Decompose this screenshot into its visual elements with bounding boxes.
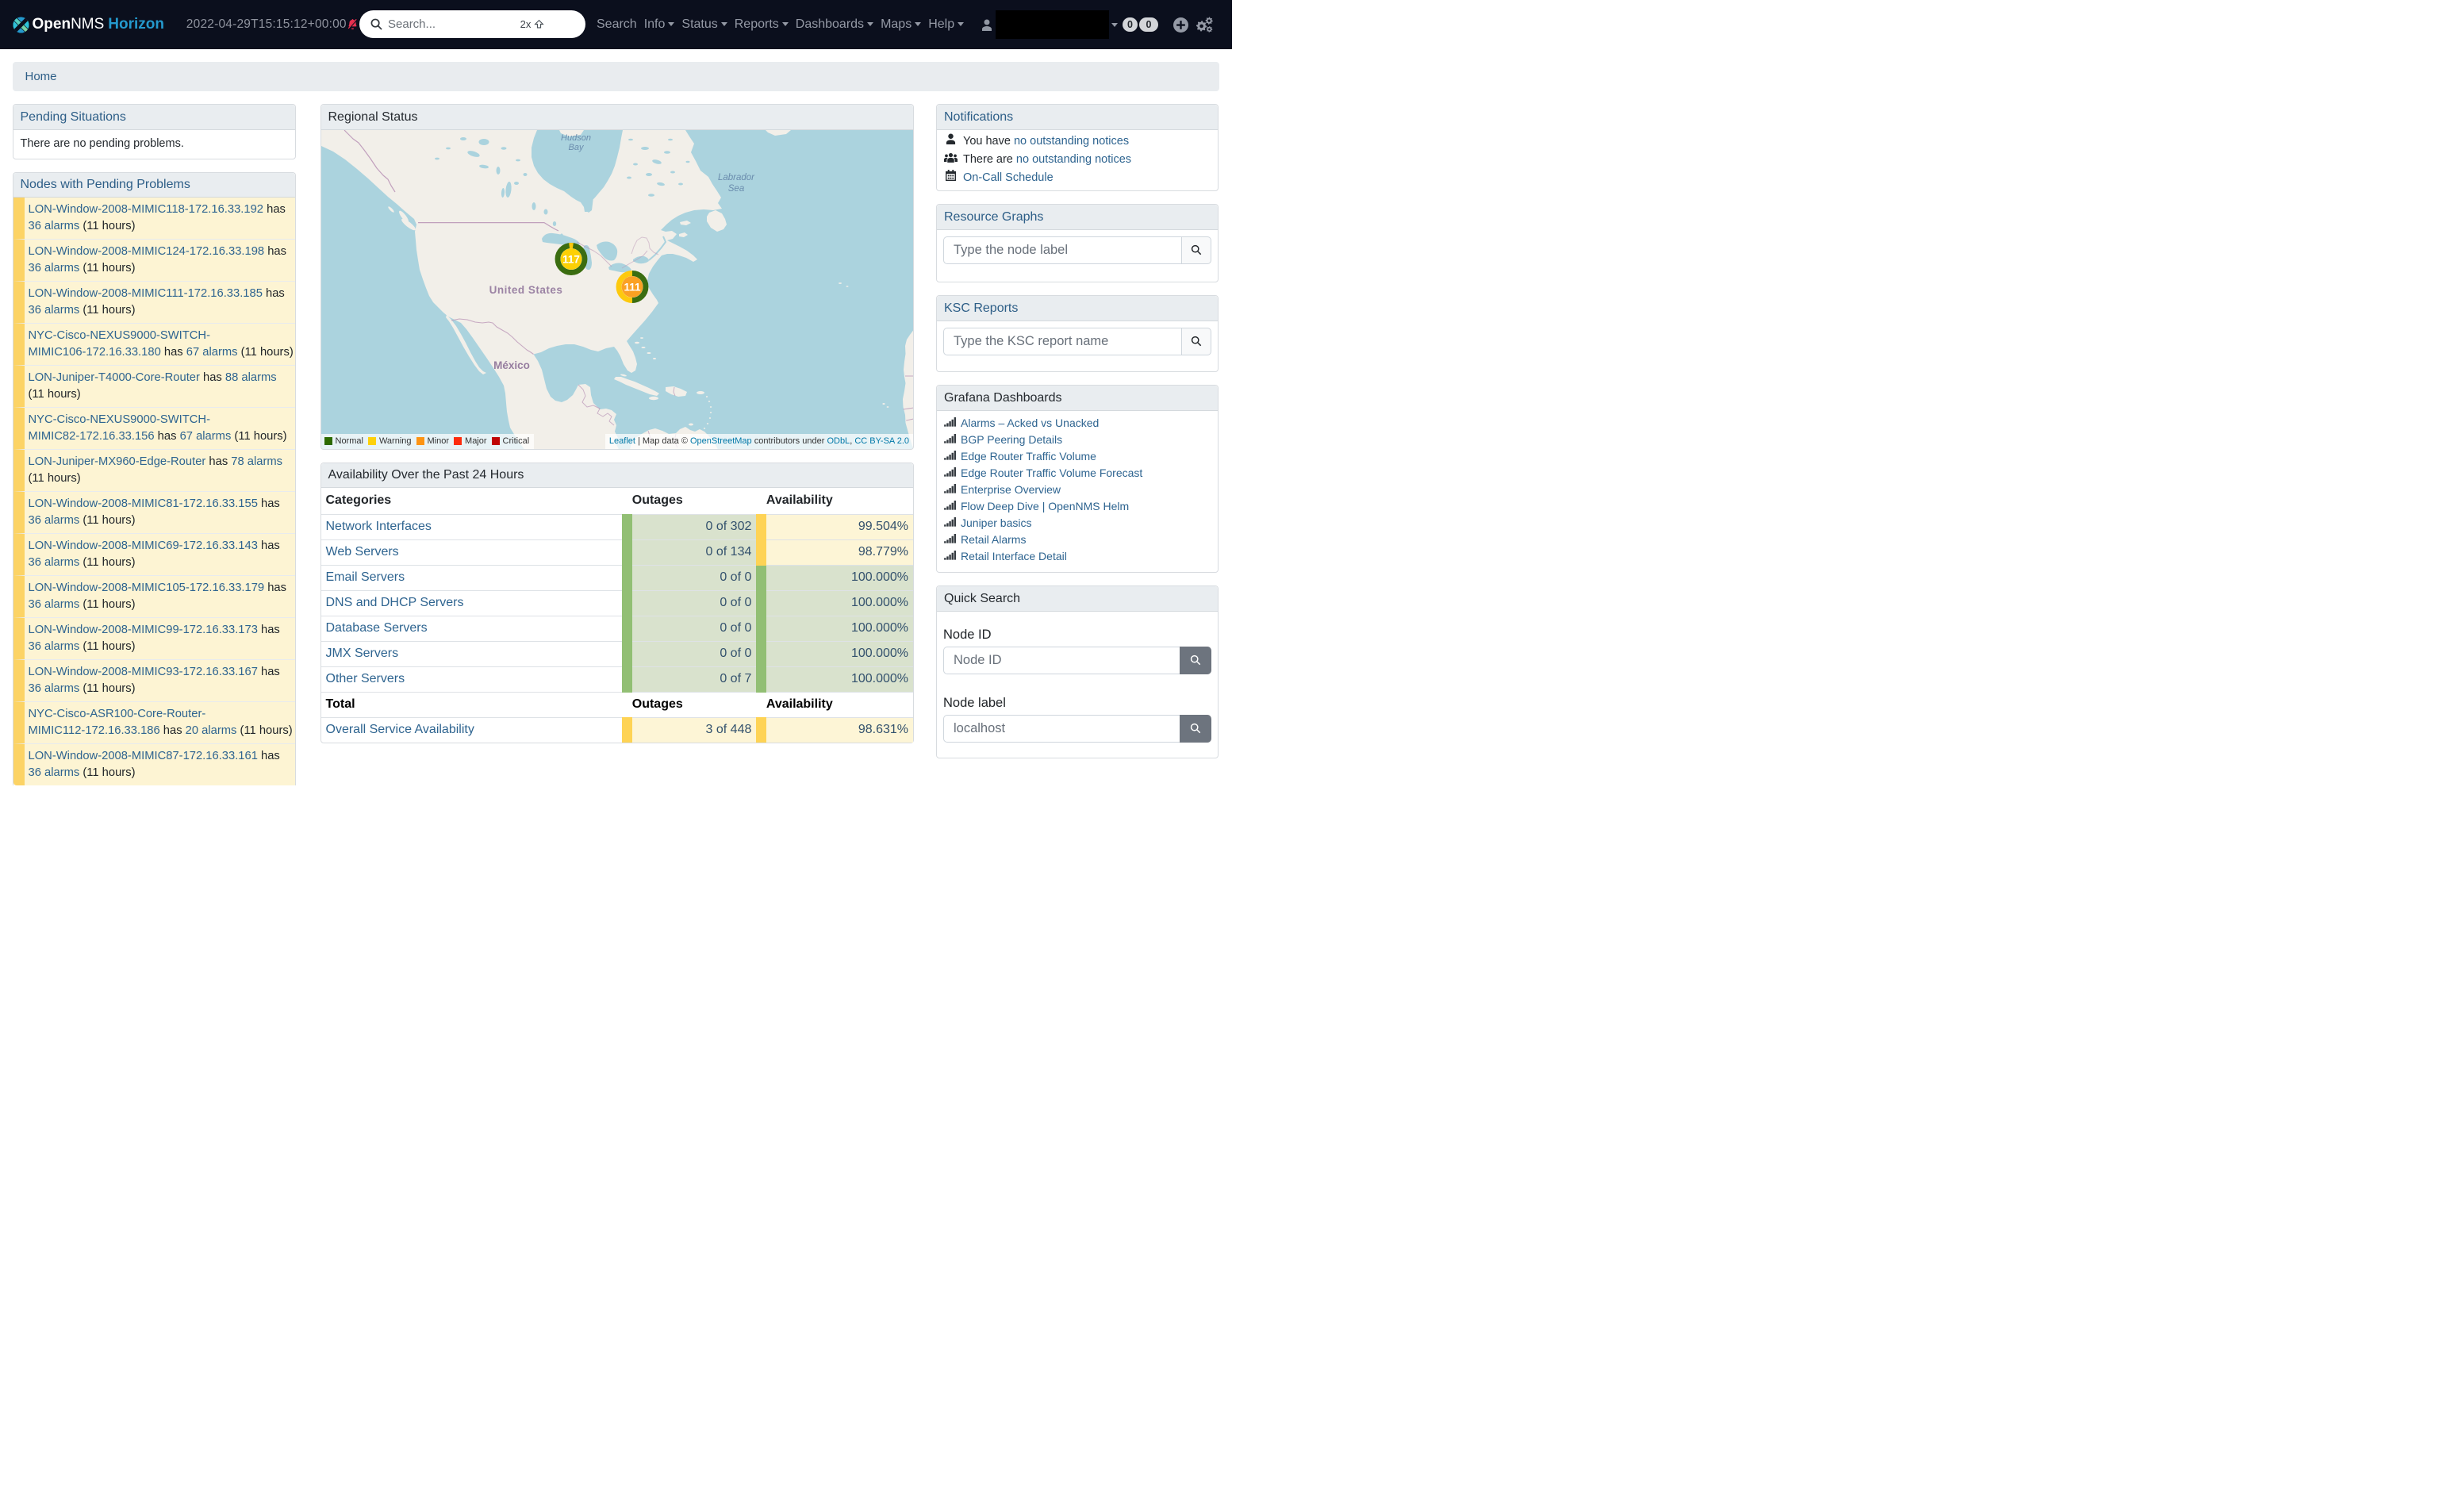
svg-text:Hudson: Hudson bbox=[561, 133, 591, 143]
svg-text:United States: United States bbox=[489, 284, 562, 296]
svg-text:México: México bbox=[493, 359, 530, 371]
svg-text:Bay: Bay bbox=[568, 143, 584, 152]
svg-text:Sea: Sea bbox=[727, 184, 743, 194]
svg-text:Labrador: Labrador bbox=[717, 173, 754, 182]
svg-text:111: 111 bbox=[624, 281, 641, 293]
svg-text:117: 117 bbox=[562, 253, 580, 265]
